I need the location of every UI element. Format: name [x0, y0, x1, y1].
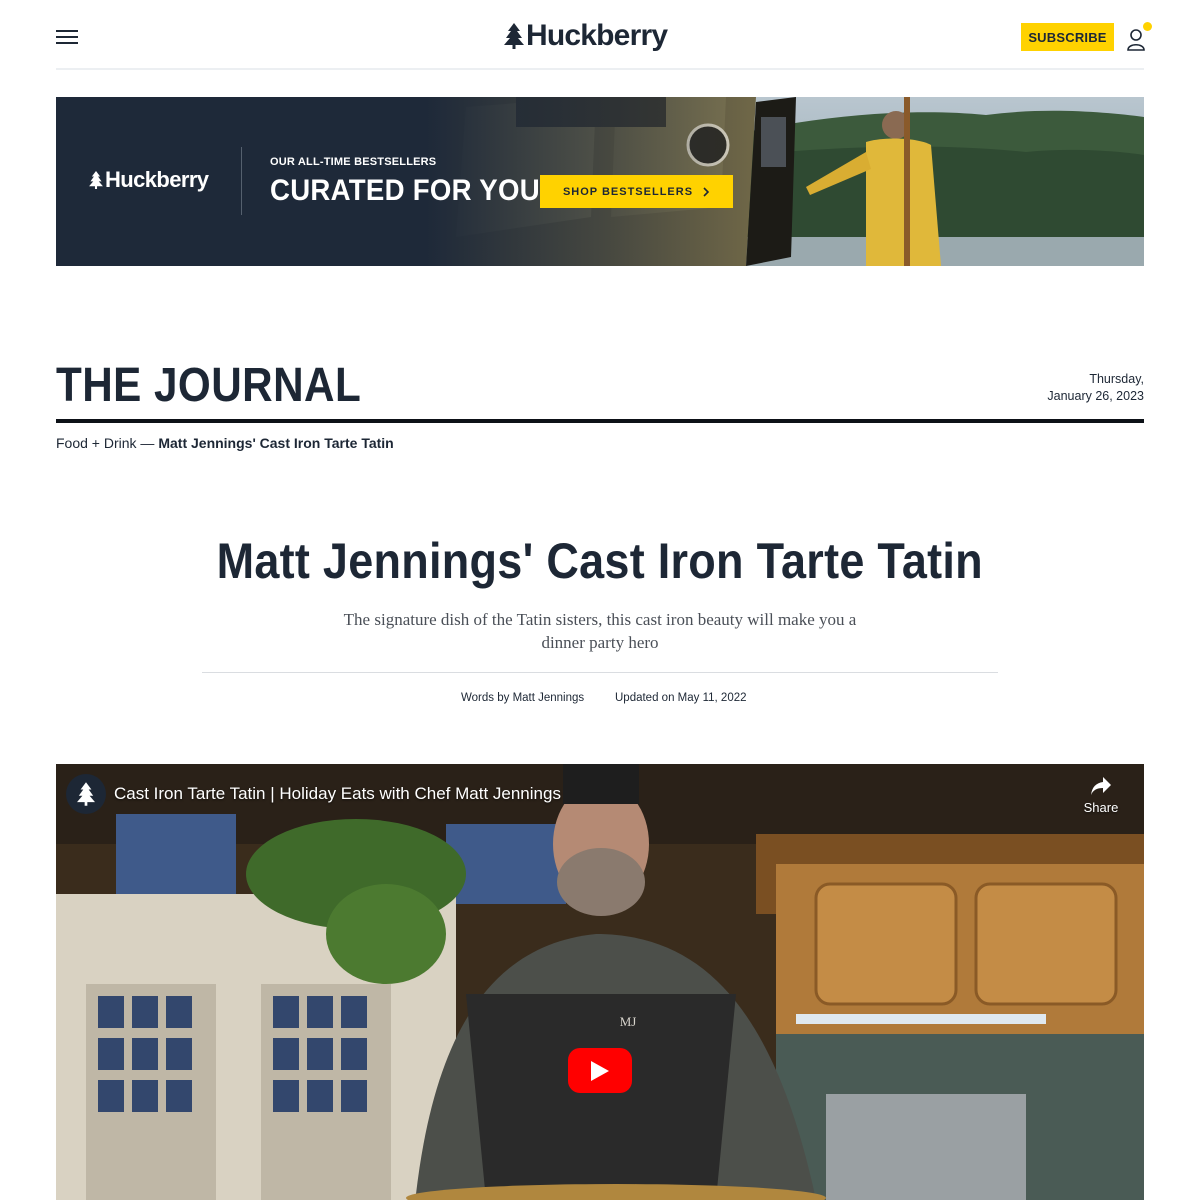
account-button[interactable]	[1126, 22, 1152, 52]
channel-avatar[interactable]	[66, 774, 106, 814]
breadcrumb-current: Matt Jennings' Cast Iron Tarte Tatin	[158, 435, 394, 451]
pine-tree-icon	[77, 782, 95, 806]
share-arrow-icon	[1091, 777, 1111, 795]
pine-tree-icon	[89, 171, 103, 189]
apron-monogram: MJ	[620, 1014, 637, 1029]
article-divider	[202, 672, 998, 673]
shop-bestsellers-label: SHOP BESTSELLERS	[562, 185, 694, 198]
journal-date-weekday: Thursday,	[1089, 372, 1144, 386]
banner-divider	[241, 147, 242, 215]
video-title[interactable]: Cast Iron Tarte Tatin | Holiday Eats wit…	[114, 784, 561, 804]
breadcrumb-category-link[interactable]: Food + Drink	[56, 435, 137, 451]
site-logo[interactable]: Huckberry	[504, 18, 668, 54]
banner-brand-name: Huckberry	[105, 167, 209, 192]
video-thumbnail: MJ	[56, 764, 1144, 1200]
hamburger-icon-line	[56, 36, 78, 38]
subscribe-button[interactable]: SUBSCRIBE	[1021, 23, 1114, 51]
author-link[interactable]: Matt Jennings	[513, 692, 585, 704]
share-label: Share	[1083, 800, 1119, 815]
breadcrumb: Food + Drink — Matt Jennings' Cast Iron …	[56, 435, 394, 451]
video-share-button[interactable]: Share	[1076, 776, 1126, 820]
breadcrumb-separator: —	[136, 435, 159, 451]
journal-divider	[56, 419, 1144, 423]
hamburger-icon	[56, 30, 78, 32]
hamburger-icon-line	[56, 42, 78, 44]
updated-prefix: Updated on	[615, 692, 678, 704]
article-title: Matt Jennings' Cast Iron Tarte Tatin	[216, 533, 984, 589]
journal-date-full: January 26, 2023	[1047, 389, 1144, 403]
article-dek: The signature dish of the Tatin sisters,…	[343, 610, 857, 652]
menu-button[interactable]	[56, 28, 78, 46]
byline-prefix: Words by	[461, 692, 513, 704]
banner-headline: CURATED FOR YOU	[270, 174, 540, 207]
updated-date-value: May 11, 2022	[677, 692, 747, 704]
article-title-wrap: Matt Jennings' Cast Iron Tarte Tatin	[0, 532, 1200, 590]
brand-name: Huckberry	[526, 19, 668, 52]
chevron-right-icon	[703, 186, 710, 197]
updated-date: Updated on May 11, 2022	[615, 692, 747, 704]
byline: Words by Matt Jennings	[461, 692, 584, 704]
journal-title: THE JOURNAL	[56, 359, 362, 412]
video-player[interactable]: MJ Cast Iron Tarte Tatin | Holiday Eats …	[56, 764, 1144, 1200]
pine-tree-icon	[504, 23, 524, 49]
notification-dot	[1143, 22, 1152, 31]
banner-logo: Huckberry	[89, 167, 209, 193]
play-icon	[591, 1060, 609, 1081]
site-header: Huckberry SUBSCRIBE	[56, 0, 1152, 70]
promo-banner[interactable]: Huckberry OUR ALL-TIME BESTSELLERS CURAT…	[56, 97, 1144, 266]
user-icon	[1127, 29, 1145, 51]
journal-date: Thursday, January 26, 2023	[1047, 371, 1144, 405]
shop-bestsellers-button[interactable]: SHOP BESTSELLERS	[540, 175, 733, 208]
play-button[interactable]	[568, 1048, 632, 1093]
banner-eyebrow: OUR ALL-TIME BESTSELLERS	[270, 156, 437, 168]
